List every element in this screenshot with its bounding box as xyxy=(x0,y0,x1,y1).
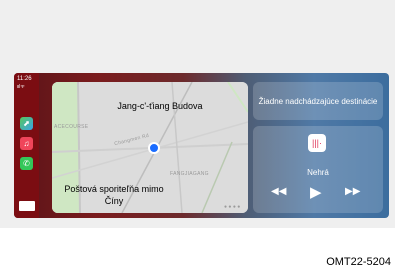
music-icon[interactable]: ♫ xyxy=(20,137,33,150)
map-destination-label[interactable]: Jang-c'-ťiang Budova xyxy=(110,100,210,112)
now-playing-card[interactable]: |||· Nehrá ◀◀ ▶ ▶▶ xyxy=(253,126,383,213)
upcoming-destinations-card[interactable]: Žiadne nadchádzajúce destinácie xyxy=(253,82,383,120)
play-button[interactable]: ▶ xyxy=(310,183,322,201)
map-page-dots: ● ● ● ● xyxy=(224,204,241,210)
maps-icon[interactable]: ⬈ xyxy=(20,117,33,130)
figure-code: OMT22-5204 xyxy=(326,256,391,268)
street-label: ACECOURSE xyxy=(54,124,89,130)
carplay-screen: 11:26 ııl ᯤ ⬈ ♫ ✆ ACECOURSE FANGJIAGANG … xyxy=(14,73,389,218)
street-label: FANGJIAGANG xyxy=(170,171,209,177)
track-status: Nehrá xyxy=(307,168,329,177)
fast-forward-button[interactable]: ▶▶ xyxy=(345,186,360,197)
map-view[interactable]: ACECOURSE FANGJIAGANG Changmen Rd Jang-c… xyxy=(52,82,248,213)
status-sidebar: 11:26 ııl ᯤ ⬈ ♫ ✆ xyxy=(14,73,39,218)
signal-icon: ııl ᯤ xyxy=(17,84,25,90)
phone-icon[interactable]: ✆ xyxy=(20,157,33,170)
upcoming-destinations-text: Žiadne nadchádzajúce destinácie xyxy=(258,96,378,106)
podcast-icon[interactable]: |||· xyxy=(308,134,326,152)
app-grid-icon[interactable] xyxy=(19,201,35,211)
current-location-pin xyxy=(148,142,160,154)
rewind-button[interactable]: ◀◀ xyxy=(271,186,286,197)
clock: 11:26 xyxy=(17,76,32,82)
map-poi-label[interactable]: Poštová sporiteľňa mimo Číny xyxy=(58,183,170,207)
